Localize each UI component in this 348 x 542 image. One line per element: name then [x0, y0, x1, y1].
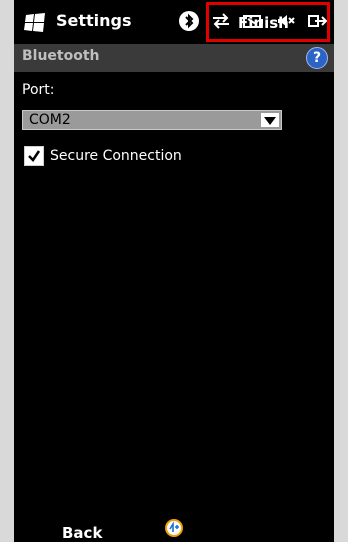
finish-button[interactable]: Finish: [238, 14, 289, 32]
page-title: Settings: [56, 11, 132, 30]
bluetooth-icon[interactable]: [178, 10, 200, 32]
port-select-value: COM2: [29, 112, 71, 128]
section-header: Bluetooth ?: [14, 44, 334, 72]
dropdown-arrow-icon[interactable]: [261, 113, 279, 127]
checkmark-icon: [28, 150, 41, 162]
device-screen: Settings Bluetooth ? Port: COM2 Secure C…: [14, 0, 334, 542]
port-label: Port:: [22, 82, 55, 98]
help-icon[interactable]: ?: [306, 47, 328, 69]
section-title: Bluetooth: [22, 48, 100, 64]
port-select[interactable]: COM2: [22, 110, 282, 130]
keyboard-icon[interactable]: [164, 518, 184, 538]
back-button[interactable]: Back: [62, 524, 102, 542]
windows-flag-icon[interactable]: [24, 11, 46, 33]
softkey-bar: Back: [14, 510, 334, 542]
secure-connection-label[interactable]: Secure Connection: [50, 146, 182, 166]
secure-connection-checkbox[interactable]: [24, 146, 44, 166]
